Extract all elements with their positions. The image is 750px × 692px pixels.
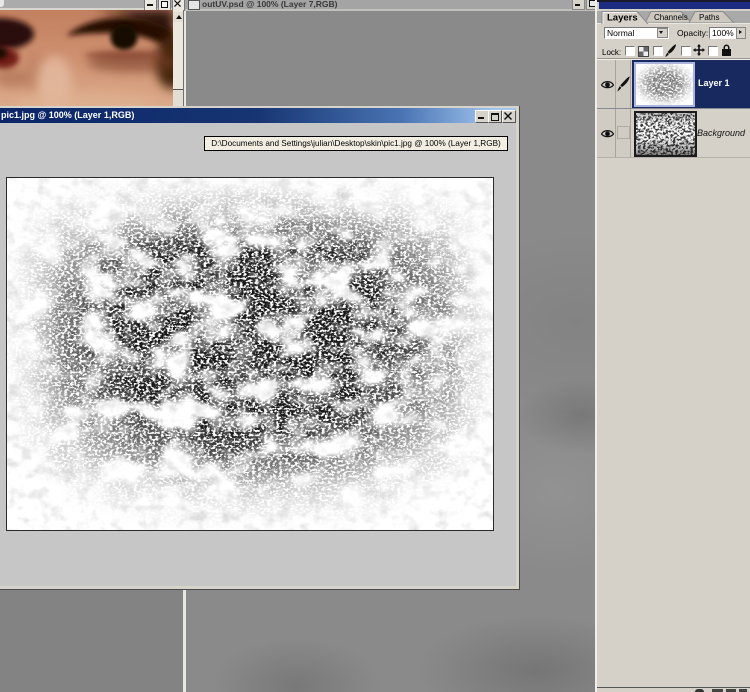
svg-text:Paths: Paths [699,13,719,22]
svg-text:Layers: Layers [607,13,638,24]
svg-text:Channels: Channels [654,13,688,22]
